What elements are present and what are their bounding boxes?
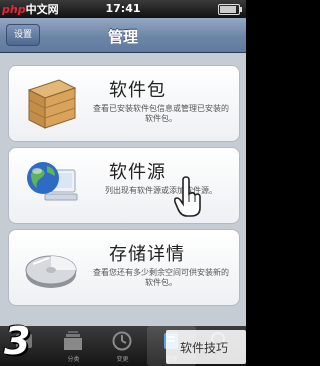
watermark-text: 软件技巧: [180, 341, 229, 355]
status-time: 17:41: [105, 2, 141, 15]
manage-content: 软件包 查看已安装软件包信息或管理已安装的软件包。 软件源 列出现有软件源或添加…: [0, 53, 246, 326]
card-description: 查看已安装软件包信息或管理已安装的软件包。: [93, 104, 229, 123]
sections-icon: [64, 331, 82, 350]
tab-sections[interactable]: 分类: [49, 326, 98, 366]
status-bar: php中文网 17:41: [0, 0, 246, 18]
tab-label: 分类: [67, 356, 80, 363]
storage-card[interactable]: 存储详情 查看您还有多少剩余空间可供安装新的软件包。: [8, 229, 240, 306]
packages-card[interactable]: 软件包 查看已安装软件包信息或管理已安装的软件包。: [8, 65, 240, 142]
hand-pointer-icon: [173, 176, 201, 217]
card-title: 软件包: [109, 80, 166, 101]
card-title: 存储详情: [109, 244, 185, 265]
sources-card[interactable]: 软件源 列出现有软件源或添加软件源。: [8, 147, 240, 224]
disk-storage-icon: [25, 255, 77, 288]
globe-computer-icon: [27, 162, 78, 201]
card-title: 软件源: [109, 162, 166, 183]
tab-changes[interactable]: 变更: [98, 326, 147, 366]
clock-icon: [112, 331, 132, 351]
card-description: 列出现有软件源或添加软件源。: [105, 186, 217, 195]
battery-icon: [218, 4, 242, 15]
card-description: 查看您还有多少剩余空间可供安装新的软件包。: [93, 268, 229, 287]
step-number-badge: 3: [4, 319, 31, 363]
navigation-bar: 设置 管理: [0, 18, 246, 53]
watermark: 软件技巧: [166, 330, 246, 364]
package-box-icon: [27, 79, 77, 129]
page-title: 管理: [107, 28, 138, 46]
tab-label: 变更: [116, 356, 129, 363]
